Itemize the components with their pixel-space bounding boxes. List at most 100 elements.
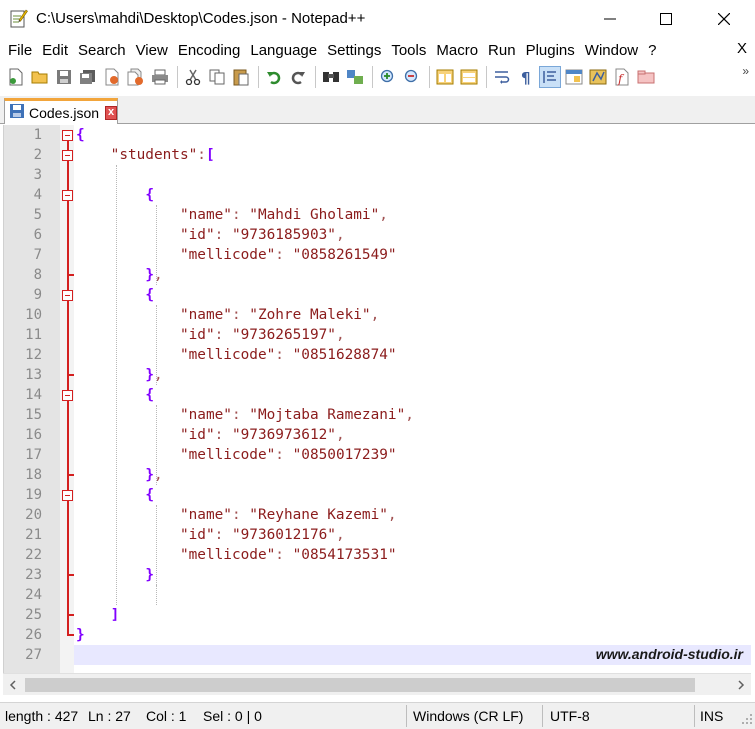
sync-horizontal-icon[interactable]: [458, 66, 480, 88]
code-line[interactable]: 5 "name": "Mahdi Gholami",: [4, 205, 751, 225]
code-line[interactable]: 19 {: [4, 485, 751, 505]
find-icon[interactable]: [320, 66, 342, 88]
line-number: 18: [25, 467, 42, 483]
line-number: 12: [25, 347, 42, 363]
minimize-button[interactable]: [582, 0, 637, 38]
macro-record-icon[interactable]: [635, 66, 657, 88]
menu-window[interactable]: Window: [581, 42, 642, 59]
new-file-icon[interactable]: [5, 66, 27, 88]
code-line[interactable]: 13 },: [4, 365, 751, 385]
menu-macro[interactable]: Macro: [432, 42, 482, 59]
code-text: },: [145, 467, 163, 483]
scroll-left-icon[interactable]: [5, 677, 21, 693]
code-line[interactable]: 3: [4, 165, 751, 185]
fold-toggle-icon[interactable]: [62, 150, 73, 161]
code-line[interactable]: 12 "mellicode": "0851628874": [4, 345, 751, 365]
fold-end-marker: [67, 634, 74, 636]
menu-language[interactable]: Language: [246, 42, 321, 59]
code-line[interactable]: 6 "id": "9736185903",: [4, 225, 751, 245]
fold-toggle-icon[interactable]: [62, 130, 73, 141]
replace-icon[interactable]: [344, 66, 366, 88]
fold-toggle-icon[interactable]: [62, 390, 73, 401]
show-all-chars-icon[interactable]: ¶: [515, 66, 537, 88]
code-line[interactable]: 2 "students":[: [4, 145, 751, 165]
toolbar: ¶ f: [0, 62, 755, 92]
scrollbar-thumb[interactable]: [25, 678, 695, 692]
menu-edit[interactable]: Edit: [38, 42, 72, 59]
menu-help[interactable]: ?: [644, 42, 660, 59]
menu-view[interactable]: View: [132, 42, 172, 59]
fold-toggle-icon[interactable]: [62, 190, 73, 201]
menu-run[interactable]: Run: [484, 42, 520, 59]
undo-icon[interactable]: [263, 66, 285, 88]
code-line[interactable]: 21 "id": "9736012176",: [4, 525, 751, 545]
copy-icon[interactable]: [206, 66, 228, 88]
word-wrap-icon[interactable]: [491, 66, 513, 88]
code-line[interactable]: 24: [4, 585, 751, 605]
code-text: },: [145, 367, 163, 383]
scroll-right-icon[interactable]: [733, 677, 749, 693]
line-number: 11: [25, 327, 42, 343]
code-line[interactable]: 9 {: [4, 285, 751, 305]
code-line[interactable]: 16 "id": "9736973612",: [4, 425, 751, 445]
code-line[interactable]: 4 {: [4, 185, 751, 205]
code-line[interactable]: 1{: [4, 125, 751, 145]
close-document-button[interactable]: X: [737, 40, 747, 57]
function-list-icon[interactable]: [587, 66, 609, 88]
open-file-icon[interactable]: [29, 66, 51, 88]
line-number: 9: [33, 287, 42, 303]
status-eol-format[interactable]: Windows (CR LF): [413, 708, 523, 724]
close-window-button[interactable]: [696, 0, 751, 38]
code-line[interactable]: 20 "name": "Reyhane Kazemi",: [4, 505, 751, 525]
sync-vertical-icon[interactable]: [434, 66, 456, 88]
code-line[interactable]: 11 "id": "9736265197",: [4, 325, 751, 345]
code-line[interactable]: 8 },: [4, 265, 751, 285]
print-icon[interactable]: [149, 66, 171, 88]
close-icon[interactable]: [101, 66, 123, 88]
code-line[interactable]: 25 ]: [4, 605, 751, 625]
code-line[interactable]: 23 }: [4, 565, 751, 585]
menu-tools[interactable]: Tools: [387, 42, 430, 59]
save-icon[interactable]: [53, 66, 75, 88]
doc-map-icon[interactable]: [563, 66, 585, 88]
fold-toggle-icon[interactable]: [62, 290, 73, 301]
indent-guide-icon[interactable]: [539, 66, 561, 88]
folder-workspace-icon[interactable]: f: [611, 66, 633, 88]
menu-settings[interactable]: Settings: [323, 42, 385, 59]
status-divider: [542, 705, 543, 727]
save-all-icon[interactable]: [77, 66, 99, 88]
menu-search[interactable]: Search: [74, 42, 130, 59]
menu-file[interactable]: File: [4, 42, 36, 59]
menu-encoding[interactable]: Encoding: [174, 42, 245, 59]
code-text: "mellicode": "0850017239": [179, 447, 397, 463]
status-encoding[interactable]: UTF-8: [550, 708, 590, 724]
fold-end-marker: [67, 574, 74, 576]
status-insert-mode[interactable]: INS: [700, 708, 723, 724]
zoom-in-icon[interactable]: [377, 66, 399, 88]
code-line[interactable]: 7 "mellicode": "0858261549": [4, 245, 751, 265]
tab-codes-json[interactable]: Codes.json x: [4, 98, 118, 124]
toolbar-overflow-button[interactable]: »: [742, 64, 749, 78]
maximize-button[interactable]: [638, 0, 693, 38]
line-number: 3: [33, 167, 42, 183]
code-line[interactable]: 22 "mellicode": "0854173531": [4, 545, 751, 565]
code-line[interactable]: 18 },: [4, 465, 751, 485]
tab-close-button[interactable]: x: [105, 105, 117, 120]
fold-toggle-icon[interactable]: [62, 490, 73, 501]
menu-plugins[interactable]: Plugins: [522, 42, 579, 59]
toolbar-separator: [258, 66, 259, 88]
close-all-icon[interactable]: [125, 66, 147, 88]
cut-icon[interactable]: [182, 66, 204, 88]
zoom-out-icon[interactable]: [401, 66, 423, 88]
code-line[interactable]: 15 "name": "Mojtaba Ramezani",: [4, 405, 751, 425]
code-line[interactable]: 10 "name": "Zohre Maleki",: [4, 305, 751, 325]
horizontal-scrollbar[interactable]: [3, 673, 751, 695]
code-editor[interactable]: 1{2 "students":[ 3 4 {5 "name": "Mahdi Gho…: [3, 125, 751, 673]
resize-grip-icon[interactable]: [741, 712, 753, 728]
code-line[interactable]: 26}: [4, 625, 751, 645]
paste-icon[interactable]: [230, 66, 252, 88]
redo-icon[interactable]: [287, 66, 309, 88]
code-line[interactable]: 17 "mellicode": "0850017239": [4, 445, 751, 465]
code-text: "id": "9736012176",: [179, 527, 345, 543]
code-line[interactable]: 14 {: [4, 385, 751, 405]
